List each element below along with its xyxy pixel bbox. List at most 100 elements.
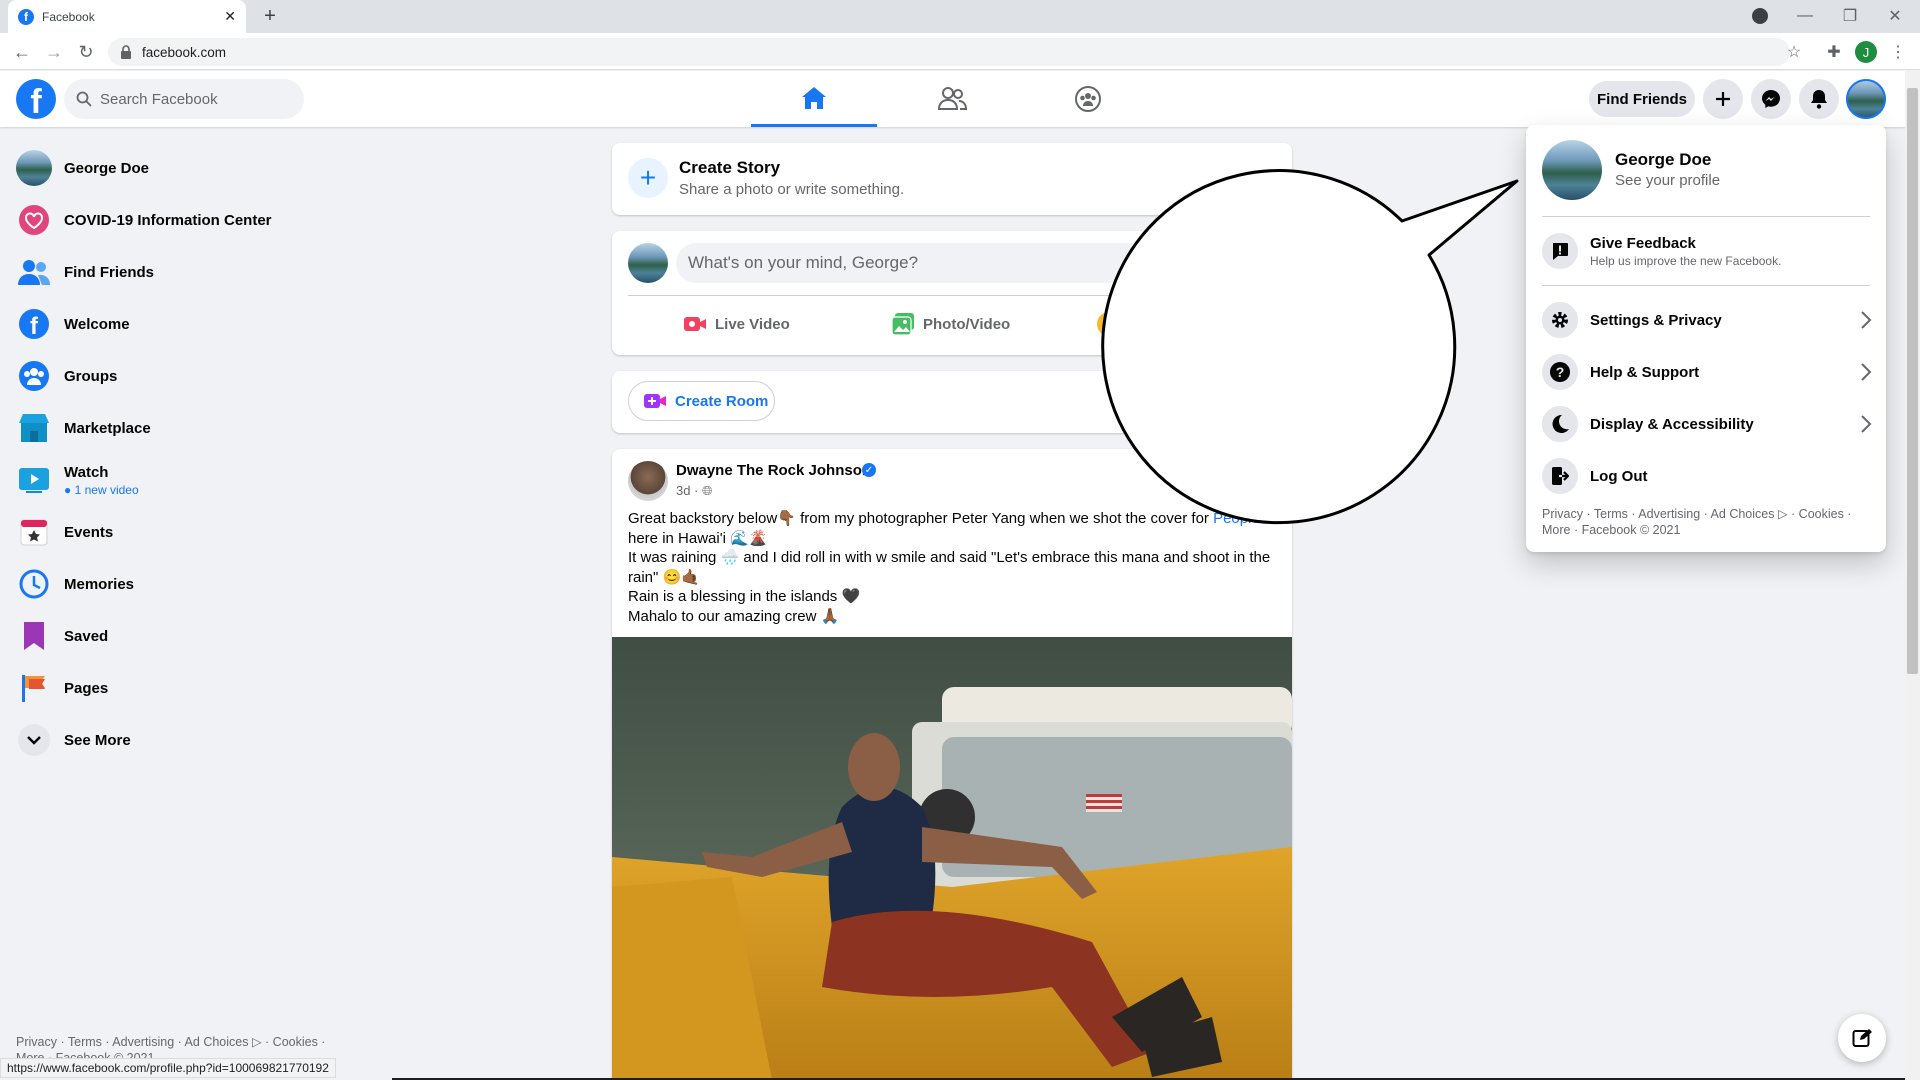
chevron-right-icon [1861,363,1872,381]
sidebar-item-covid[interactable]: COVID-19 Information Center [16,194,376,246]
avatar[interactable] [1542,140,1602,200]
marketplace-icon [16,410,52,446]
sidebar-item-label: Find Friends [64,263,154,281]
create-room-label: Create Room [675,392,769,410]
close-window-icon[interactable]: ✕ [1887,6,1903,26]
chevron-right-icon [1861,311,1872,329]
help-icon: ? [1542,354,1578,390]
events-icon [16,514,52,550]
watch-icon [16,462,52,498]
speech-bubble-callout [1101,169,1519,525]
log-out-label: Log Out [1590,467,1648,485]
friends-icon [16,254,52,290]
sidebar-item-label: Welcome [64,315,130,333]
settings-privacy-item[interactable]: Settings & Privacy [1542,294,1872,346]
bookmark-star-icon[interactable]: ☆ [1784,42,1804,62]
reload-icon[interactable]: ↻ [76,42,96,62]
display-accessibility-item[interactable]: Display & Accessibility [1542,398,1872,450]
sidebar-item-marketplace[interactable]: Marketplace [16,402,376,454]
browser-profile-avatar[interactable]: J [1855,41,1877,63]
avatar[interactable] [628,243,668,283]
post-timestamp[interactable]: 3d · 🌐︎ [676,483,712,499]
find-friends-button[interactable]: Find Friends [1589,81,1695,117]
close-tab-icon[interactable]: ✕ [224,8,236,25]
home-icon [802,86,826,109]
sidebar-item-see-more[interactable]: See More [16,714,376,766]
plus-icon [1716,92,1730,106]
create-button[interactable] [1703,79,1743,119]
post-photo[interactable] [612,637,1292,1080]
search-icon [76,91,92,107]
sidebar-item-label: Marketplace [64,419,151,437]
forward-icon[interactable]: → [44,42,64,62]
sidebar-item-label: Groups [64,367,118,385]
messenger-icon [1762,90,1780,108]
groups-icon [16,358,52,394]
sidebar-item-watch[interactable]: Watch ● 1 new video [16,454,376,506]
sidebar-item-welcome[interactable]: f Welcome [16,298,376,350]
memories-icon [16,566,52,602]
status-bar-url: https://www.facebook.com/profile.php?id=… [0,1058,336,1078]
browser-tabstrip [0,0,1920,33]
live-video-button[interactable]: Live Video [683,305,790,343]
post-author[interactable]: Dwayne The Rock Johnson [676,462,871,479]
see-profile-link[interactable]: See your profile [1615,172,1720,189]
bell-icon [1811,90,1827,109]
browser-tab[interactable]: f Facebook ✕ [8,0,246,33]
tab-friends[interactable] [889,71,1015,127]
photo-video-label: Photo/Video [923,315,1011,333]
menu-item-label: Help & Support [1590,363,1700,381]
globe-icon: 🌐︎ [702,483,713,498]
give-feedback-sub: Help us improve the new Facebook. [1590,253,1782,268]
post-line: It was raining 🌧️ and I did roll in with… [628,549,1271,586]
notifications-button[interactable] [1799,79,1839,119]
create-room-button[interactable]: Create Room [628,381,775,421]
photo-icon [891,313,914,336]
extensions-icon[interactable]: ✚ [1824,42,1844,62]
divider [1542,216,1870,217]
help-support-item[interactable]: ? Help & Support [1542,346,1872,398]
sidebar-item-groups[interactable]: Groups [16,350,376,402]
sidebar-item-label: Pages [64,679,109,697]
tab-groups[interactable] [1025,71,1151,127]
avatar [16,150,52,186]
menu-profile-name[interactable]: George Doe [1615,150,1711,170]
back-icon[interactable]: ← [12,42,32,62]
sidebar-item-label: Saved [64,627,109,645]
new-tab-button[interactable]: + [260,5,280,27]
minimize-icon[interactable]: — [1797,6,1813,26]
account-avatar-button[interactable] [1846,79,1886,119]
tab-home[interactable] [751,71,877,127]
menu-item-label: Display & Accessibility [1590,415,1754,433]
tab-title: Facebook [42,9,95,24]
scrollbar-thumb[interactable] [1907,88,1918,674]
facebook-logo[interactable]: f [16,79,56,119]
search-placeholder: Search Facebook [100,90,218,108]
log-out-item[interactable]: Log Out [1542,450,1872,502]
address-bar[interactable]: facebook.com [108,38,1790,66]
sidebar-item-pages[interactable]: Pages [16,662,376,714]
sidebar-item-saved[interactable]: Saved [16,610,376,662]
sidebar-item-memories[interactable]: Memories [16,558,376,610]
friends-icon [937,87,967,110]
verified-badge-icon: ✓ [862,463,876,477]
sidebar-item-profile[interactable]: George Doe [16,142,376,194]
restore-icon[interactable]: ❐ [1842,6,1858,26]
browser-menu-icon[interactable]: ⋮ [1890,42,1906,62]
messenger-button[interactable] [1751,79,1791,119]
sidebar-item-label: Watch [64,463,109,481]
truck-photo-illustration [612,637,1292,1080]
plus-icon: + [628,158,668,198]
give-feedback-label: Give Feedback [1590,234,1696,252]
tab-search-icon[interactable] [1752,8,1768,24]
sidebar-item-events[interactable]: Events [16,506,376,558]
photo-video-button[interactable]: Photo/Video [891,305,1010,343]
give-feedback-item[interactable]: Give Feedback Help us improve the new Fac… [1542,225,1872,277]
lock-icon [121,45,131,59]
new-message-button[interactable] [1838,1014,1886,1062]
sidebar-item-find-friends[interactable]: Find Friends [16,246,376,298]
menu-footer-links[interactable]: Privacy · Terms · Advertising · Ad Choic… [1542,506,1872,538]
url-text: facebook.com [142,44,227,60]
author-avatar[interactable] [628,461,668,501]
search-input[interactable]: Search Facebook [64,79,304,119]
